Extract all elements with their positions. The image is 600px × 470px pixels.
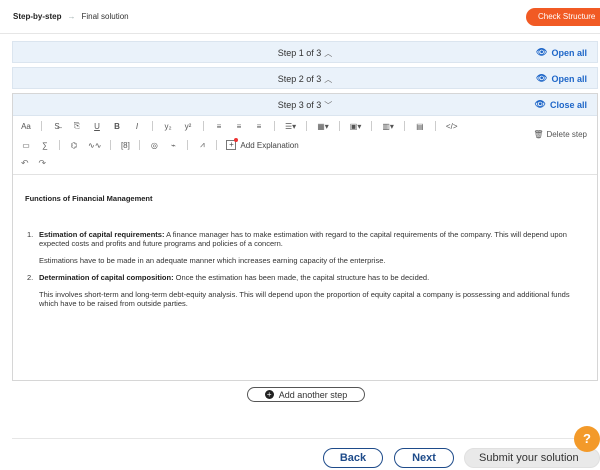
add-explanation-button[interactable]: + Add Explanation xyxy=(226,138,299,150)
chevron-down-icon: ﹀ xyxy=(324,101,333,110)
chemistry-icon[interactable]: ⌬ xyxy=(69,141,79,150)
list-item: 1. Estimation of capital requirements: A… xyxy=(27,230,567,265)
text-box-icon[interactable]: ▭ xyxy=(21,141,31,150)
toolbar-divider xyxy=(434,121,436,131)
align-left-icon[interactable]: ≡ xyxy=(214,122,224,131)
matrix-icon[interactable]: [8] xyxy=(120,141,130,150)
graph-icon[interactable]: ⌁ xyxy=(168,141,178,150)
strikethrough-icon[interactable]: S̶ xyxy=(52,122,62,131)
chevron-up-icon: ︿ xyxy=(324,75,333,84)
history-toolbar: ↶ ↷ xyxy=(21,158,46,169)
font-size-button[interactable]: Aa xyxy=(21,122,31,131)
toolbar-divider xyxy=(152,121,153,131)
step-1-label: Step 1 of 3 ︿ xyxy=(277,48,333,58)
formula-icon[interactable]: ∑ xyxy=(40,141,50,150)
media-icon[interactable]: ▤ xyxy=(415,122,425,131)
toolbar-divider xyxy=(139,140,141,150)
underline-button[interactable]: U xyxy=(92,122,102,131)
delete-step-button[interactable]: 🗑 Delete step xyxy=(533,130,587,139)
insert-toolbar: ▭ ∑ ⌬ ∿∿ [8] ◎ ⌁ ⩘ + Add Explanation xyxy=(21,138,299,152)
footer-divider xyxy=(12,438,598,439)
subscript-button[interactable]: y₂ xyxy=(163,122,173,131)
list-item: 2. Determination of capital composition:… xyxy=(27,273,570,308)
editor-content[interactable]: Functions of Financial Management 1. Est… xyxy=(25,194,585,316)
step-1-row[interactable]: Step 1 of 3 ︿ 👁 Open all xyxy=(12,41,598,63)
step-3-label: Step 3 of 3 ﹀ xyxy=(277,100,333,110)
open-all-button[interactable]: 👁 Open all xyxy=(536,47,587,58)
superscript-button[interactable]: y² xyxy=(183,122,193,131)
eye-icon: 👁 xyxy=(536,73,548,83)
step-3-row[interactable]: Step 3 of 3 ﹀ 👁 Close all xyxy=(13,94,597,116)
trash-icon: 🗑 xyxy=(533,130,544,139)
step-2-label: Step 2 of 3 ︿ xyxy=(277,74,333,84)
submit-solution-button[interactable]: Submit your solution xyxy=(464,448,600,468)
toolbar-divider xyxy=(403,121,405,131)
wave-icon[interactable]: ∿∿ xyxy=(88,141,101,150)
italic-button[interactable]: I xyxy=(132,122,142,131)
image-icon[interactable]: ▣▾ xyxy=(350,122,362,131)
toolbar-divider xyxy=(306,121,308,131)
check-structure-button[interactable]: Check Structure xyxy=(526,8,600,26)
plot-icon[interactable]: ⩘ xyxy=(197,140,207,150)
next-button[interactable]: Next xyxy=(394,448,454,468)
toolbar-divider xyxy=(110,140,112,150)
clipboard-icon[interactable]: ⎘ xyxy=(72,121,82,131)
breadcrumb: Step-by-step → Final solution xyxy=(13,12,129,21)
back-button[interactable]: Back xyxy=(323,448,383,468)
breadcrumb-step-by-step[interactable]: Step-by-step xyxy=(13,12,61,21)
code-button[interactable]: </> xyxy=(446,122,458,131)
arrow-right-icon: → xyxy=(67,12,76,21)
add-another-step-button[interactable]: + Add another step xyxy=(247,387,365,402)
undo-icon[interactable]: ↶ xyxy=(21,158,29,169)
open-all-button[interactable]: 👁 Open all xyxy=(536,73,587,84)
toolbar-divider xyxy=(41,121,42,131)
close-all-button[interactable]: 👁 Close all xyxy=(535,99,587,110)
toolbar-divider xyxy=(59,140,60,150)
plus-icon: + xyxy=(264,390,274,399)
toolbar-divider xyxy=(338,121,340,131)
align-right-icon[interactable]: ≡ xyxy=(254,122,264,131)
add-explanation-icon: + xyxy=(226,138,239,150)
editor-divider xyxy=(13,174,597,175)
align-center-icon[interactable]: ≡ xyxy=(234,122,244,131)
top-bar: Step-by-step → Final solution Check Stru… xyxy=(0,0,600,34)
eye-off-icon: 👁 xyxy=(534,99,546,109)
chevron-up-icon: ︿ xyxy=(324,49,333,58)
step-3-editor: Step 3 of 3 ﹀ 👁 Close all Aa S̶ ⎘ U B I y… xyxy=(12,93,598,381)
step-2-row[interactable]: Step 2 of 3 ︿ 👁 Open all xyxy=(12,67,598,89)
list-icon[interactable]: ☰▾ xyxy=(285,122,296,131)
redo-icon[interactable]: ↷ xyxy=(39,158,47,169)
toolbar-divider xyxy=(216,140,218,150)
table-icon[interactable]: ▦▾ xyxy=(317,122,329,131)
toolbar-divider xyxy=(187,140,189,150)
help-icon[interactable]: ? xyxy=(574,426,600,452)
toolbar-divider xyxy=(274,121,275,131)
breadcrumb-final-solution[interactable]: Final solution xyxy=(81,12,128,21)
target-icon[interactable]: ◎ xyxy=(149,141,159,150)
content-heading: Functions of Financial Management xyxy=(25,194,153,203)
formatting-toolbar: Aa S̶ ⎘ U B I y₂ y² ≡ ≡ ≡ ☰▾ ▦▾ ▣▾ ▥▾ ▤ … xyxy=(21,120,458,132)
bold-button[interactable]: B xyxy=(112,122,122,131)
eye-icon: 👁 xyxy=(536,47,548,57)
chart-icon[interactable]: ▥▾ xyxy=(382,122,394,131)
toolbar-divider xyxy=(203,121,204,131)
toolbar-divider xyxy=(371,121,373,131)
